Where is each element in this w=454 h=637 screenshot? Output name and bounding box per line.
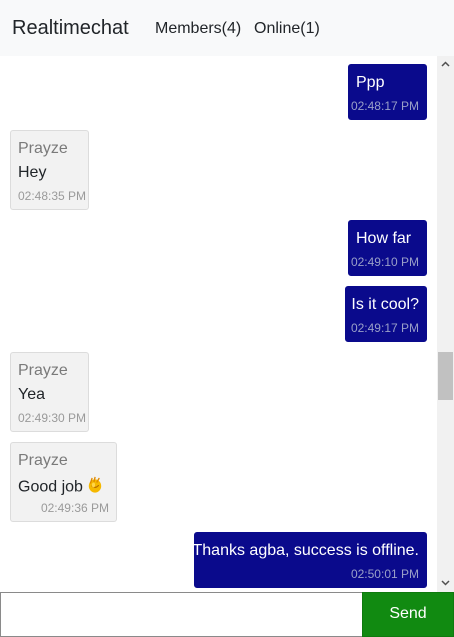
outgoing-message: How far 02:49:10 PM <box>348 220 427 276</box>
message-text: Hey <box>18 164 47 181</box>
message-text: Yea <box>18 386 45 403</box>
incoming-message: Prayze Hey 02:48:35 PM <box>10 130 89 210</box>
message-text: Ppp <box>356 74 385 91</box>
members-link[interactable]: Members(4) <box>155 20 241 38</box>
message-time: 02:50:01 PM <box>350 567 419 581</box>
message-time: 02:49:10 PM <box>350 255 419 269</box>
message-text: Thanks agba, success is offline. <box>192 542 420 559</box>
message-time: 02:48:35 PM <box>18 189 87 203</box>
message-input[interactable] <box>0 592 362 637</box>
scrollbar-thumb[interactable] <box>438 352 453 400</box>
chat-scrollbar[interactable] <box>437 56 454 592</box>
message-sender: Prayze <box>18 362 68 379</box>
outgoing-message: Ppp 02:48:17 PM <box>348 64 427 120</box>
message-text: Good job <box>18 476 104 499</box>
navbar: Realtimechat Members(4) Online(1) <box>0 0 454 56</box>
brand-title[interactable]: Realtimechat <box>12 17 129 40</box>
message-text-label: Good job <box>18 478 83 496</box>
clapping-hands-icon <box>86 476 104 499</box>
message-time: 02:49:36 PM <box>40 501 109 515</box>
send-button[interactable]: Send <box>362 592 454 637</box>
outgoing-message: Thanks agba, success is offline. 02:50:0… <box>192 532 427 588</box>
outgoing-message: Is it cool? 02:49:17 PM <box>345 286 427 342</box>
incoming-message: Prayze Good job 02:49:36 PM <box>10 442 117 522</box>
online-link[interactable]: Online(1) <box>254 20 320 38</box>
message-time: 02:48:17 PM <box>350 99 419 113</box>
message-time: 02:49:30 PM <box>18 411 87 425</box>
message-sender: Prayze <box>18 452 68 469</box>
scroll-down-arrow-icon[interactable] <box>437 575 454 592</box>
message-time: 02:49:17 PM <box>350 321 419 335</box>
message-text: Is it cool? <box>351 296 419 313</box>
message-text: How far <box>356 230 412 247</box>
chat-messages[interactable]: Ppp 02:48:17 PM Prayze Hey 02:48:35 PM H… <box>0 56 437 592</box>
scroll-up-arrow-icon[interactable] <box>437 56 454 73</box>
message-sender: Prayze <box>18 140 68 157</box>
incoming-message: Prayze Yea 02:49:30 PM <box>10 352 89 432</box>
